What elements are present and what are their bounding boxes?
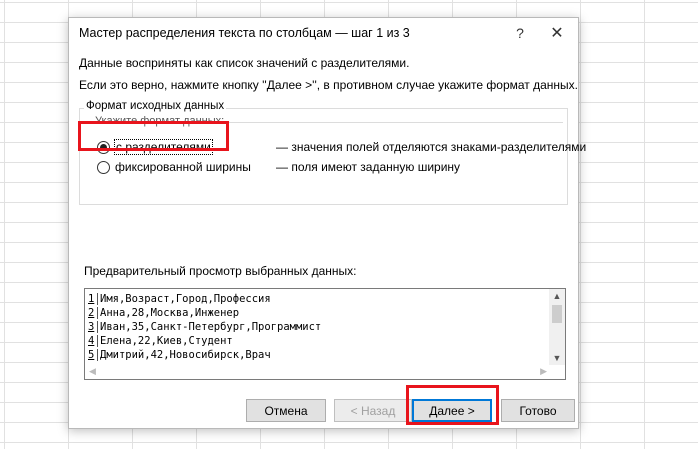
dialog-title: Мастер распределения текста по столбцам … — [79, 26, 410, 40]
radio-selected-dot — [100, 143, 107, 151]
row-text: Дмитрий,42,Новосибирск,Врач — [100, 349, 271, 361]
radio-fixed-width-description: — поля имеют заданную ширину — [276, 160, 461, 174]
row-text: Анна,28,Москва,Инженер — [100, 307, 240, 319]
preview-vertical-scrollbar[interactable]: ▲ ▼ — [549, 289, 565, 365]
radio-delimited-circle[interactable] — [97, 140, 110, 154]
title-bar: Мастер распределения текста по столбцам … — [69, 18, 578, 48]
source-format-group: Формат исходных данных Укажите формат да… — [79, 100, 586, 205]
row-text: Имя,Возраст,Город,Профессия — [100, 293, 271, 305]
scroll-down-icon[interactable]: ▼ — [549, 351, 565, 365]
help-icon: ? — [516, 25, 524, 41]
scroll-thumb[interactable] — [552, 305, 562, 323]
radio-delimited[interactable]: с разделителями — [97, 139, 213, 155]
scroll-right-icon[interactable]: ▶ — [540, 366, 547, 377]
preview-row: 3 Иван,35,Санкт-Петербург,Программист — [88, 320, 548, 334]
row-number: 2 — [88, 307, 98, 319]
next-button[interactable]: Далее > — [412, 399, 492, 422]
text-to-columns-dialog: Мастер распределения текста по столбцам … — [68, 17, 586, 429]
source-format-legend: Формат исходных данных — [84, 100, 227, 112]
close-icon: ✕ — [550, 25, 564, 42]
preview-horizontal-scrollbar[interactable]: ◀ ▶ — [85, 364, 551, 379]
row-number: 4 — [88, 335, 98, 347]
radio-fixed-width-circle[interactable] — [97, 160, 110, 174]
preview-box[interactable]: 1 Имя,Возраст,Город,Профессия 2 Анна,28,Мо… — [84, 288, 566, 380]
cancel-button[interactable]: Отмена — [246, 399, 326, 422]
close-button[interactable]: ✕ — [539, 18, 575, 48]
row-text: Елена,22,Киев,Студент — [100, 335, 233, 347]
row-number: 5 — [88, 349, 98, 361]
preview-row: 4 Елена,22,Киев,Студент — [88, 334, 548, 348]
preview-content: 1 Имя,Возраст,Город,Профессия 2 Анна,28,Мо… — [88, 292, 548, 362]
preview-row: 2 Анна,28,Москва,Инженер — [88, 306, 548, 320]
scroll-up-icon[interactable]: ▲ — [549, 289, 565, 303]
radio-delimited-label[interactable]: с разделителями — [114, 139, 213, 155]
intro-line-2: Если это верно, нажмите кнопку ''Далее >… — [79, 78, 579, 92]
radio-fixed-width-label[interactable]: фиксированной ширины — [115, 160, 251, 174]
data-format-legend: Укажите формат данных: — [95, 115, 225, 127]
scroll-left-icon[interactable]: ◀ — [89, 366, 96, 377]
preview-label: Предварительный просмотр выбранных данны… — [84, 264, 357, 278]
preview-row: 5 Дмитрий,42,Новосибирск,Врач — [88, 348, 548, 362]
radio-delimited-description: — значения полей отделяются знаками-разд… — [276, 140, 587, 154]
row-number: 1 — [88, 293, 98, 305]
back-button[interactable]: < Назад — [334, 399, 412, 422]
help-button[interactable]: ? — [502, 18, 538, 48]
radio-fixed-width[interactable]: фиксированной ширины — [97, 159, 251, 175]
finish-button[interactable]: Готово — [501, 399, 575, 422]
intro-line-1: Данные восприняты как список значений с … — [79, 56, 410, 70]
row-number: 3 — [88, 321, 98, 333]
row-text: Иван,35,Санкт-Петербург,Программист — [100, 321, 322, 333]
preview-row: 1 Имя,Возраст,Город,Профессия — [88, 292, 548, 306]
